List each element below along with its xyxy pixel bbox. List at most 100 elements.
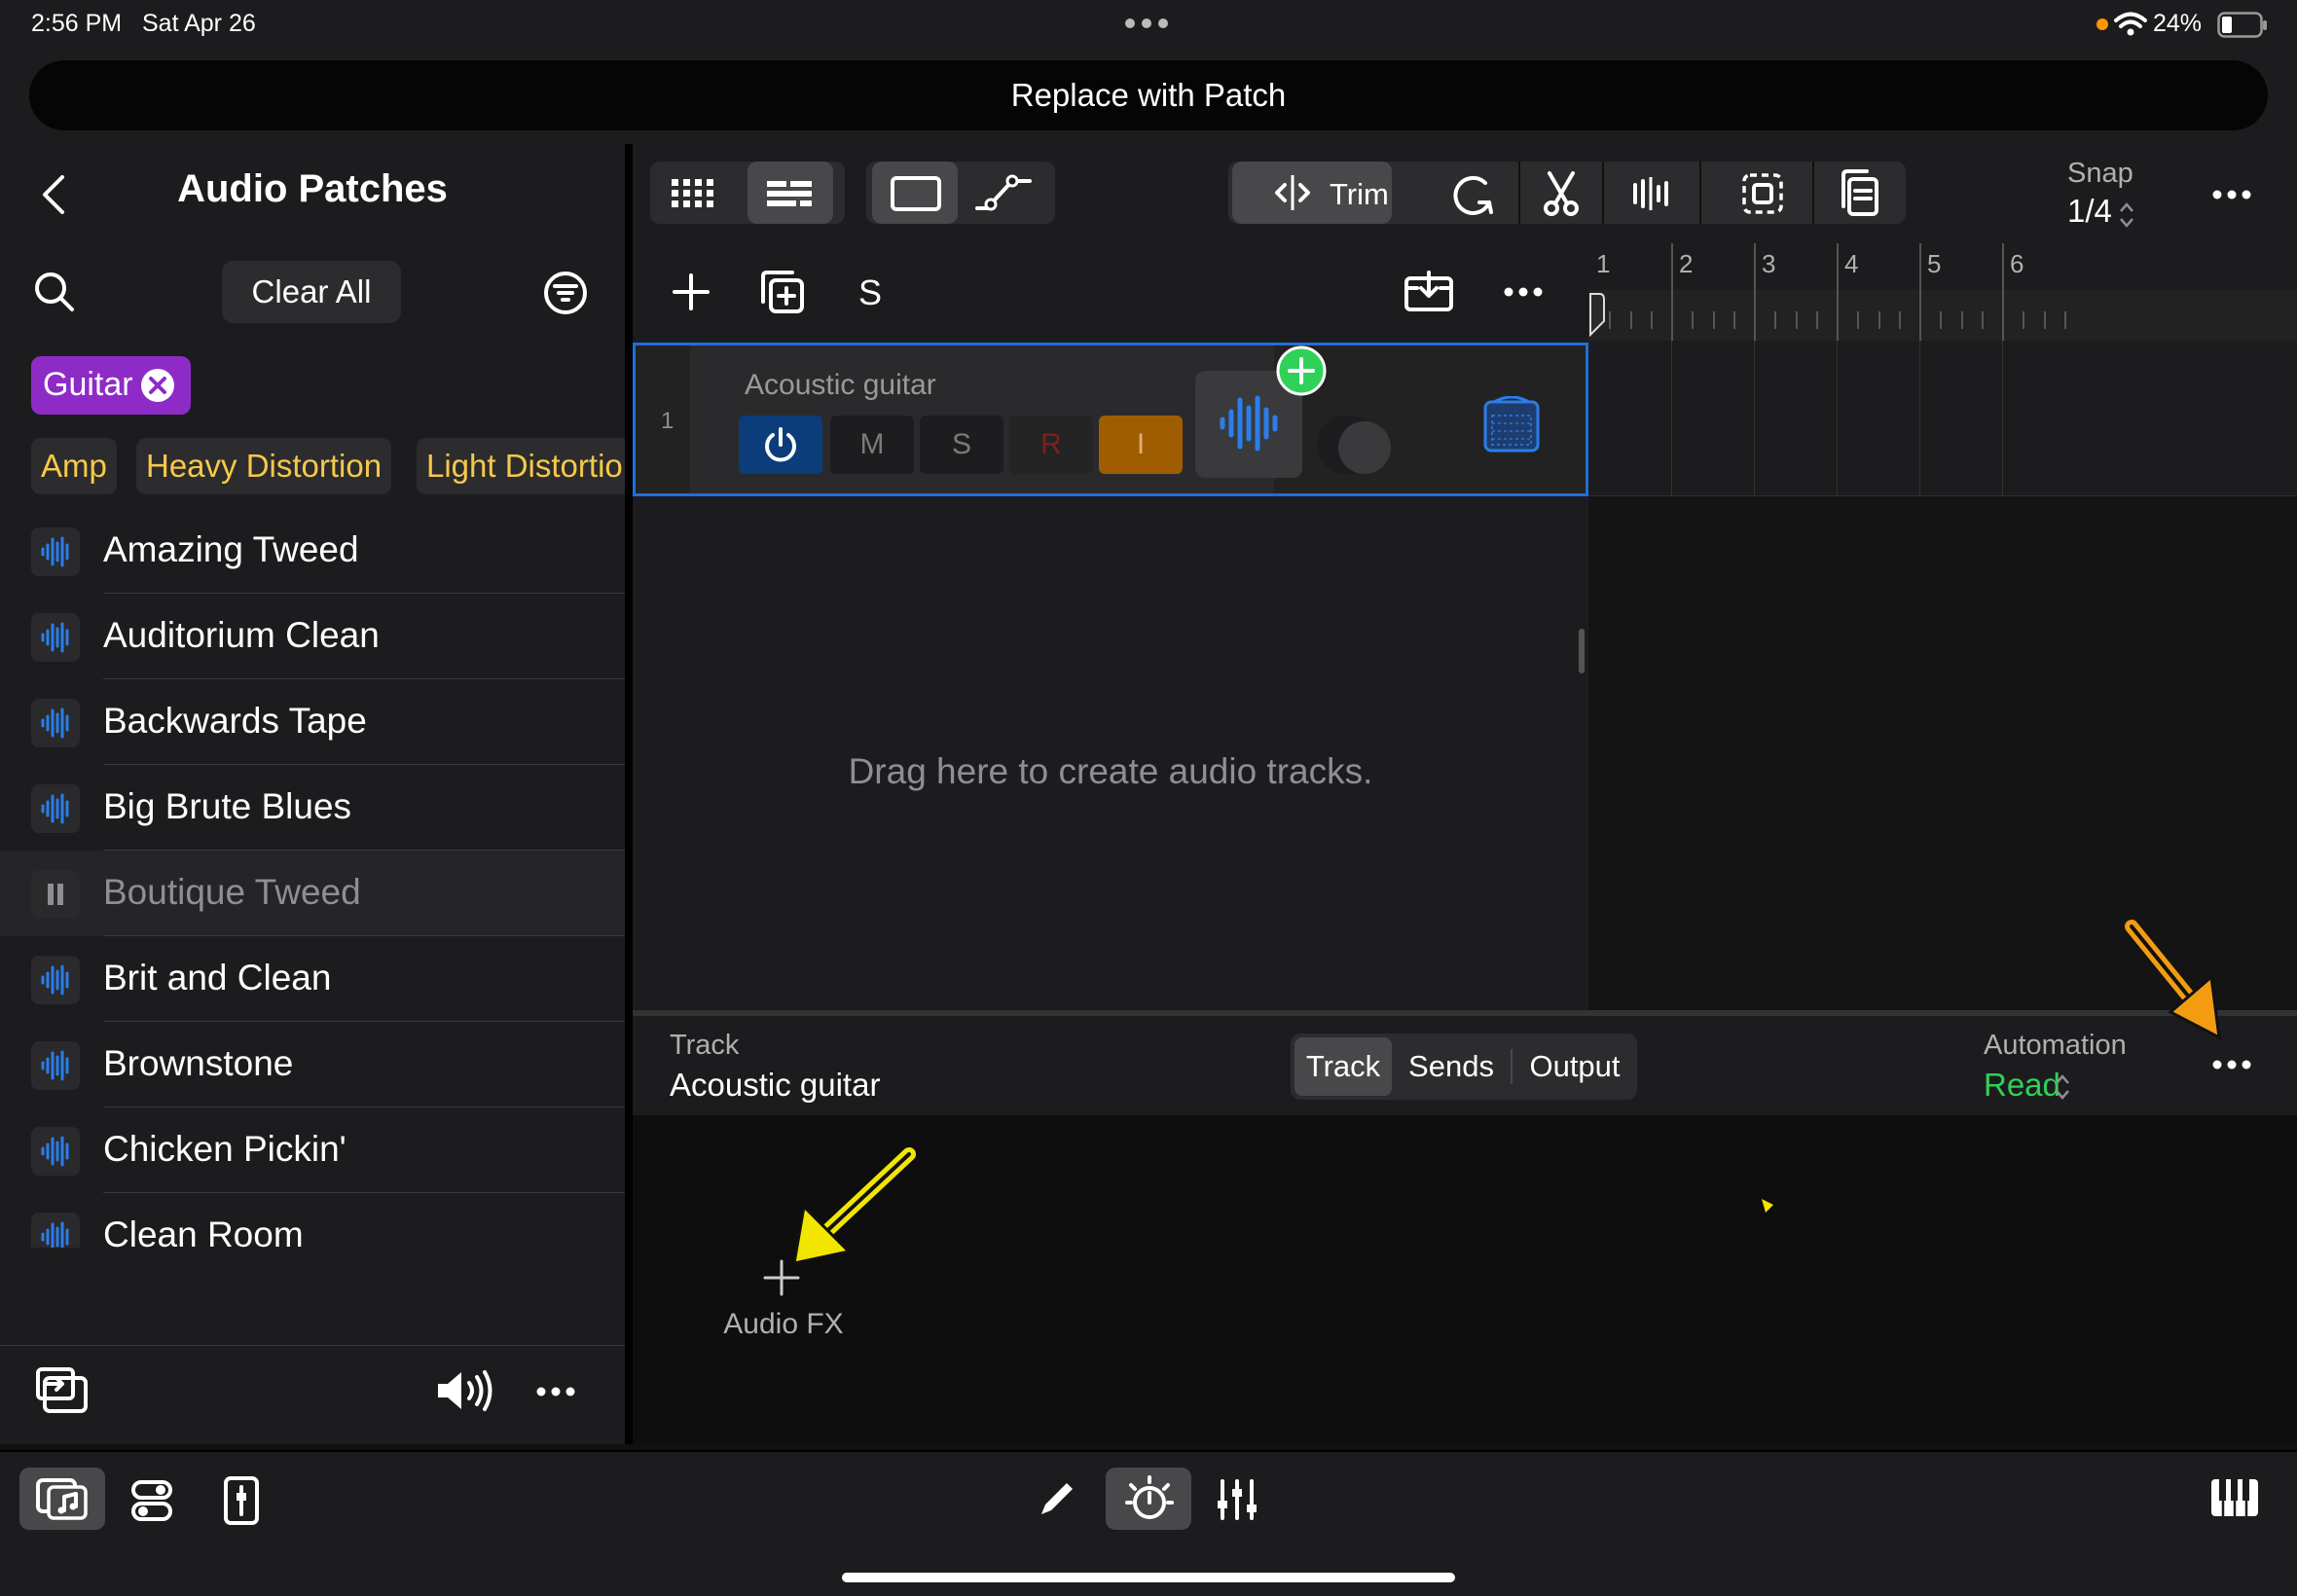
replace-patch-icon[interactable] — [35, 1366, 90, 1415]
ruler-bar-line — [2002, 243, 2004, 341]
search-icon[interactable] — [33, 271, 76, 313]
split-icon[interactable] — [1629, 173, 1672, 214]
patch-name: Boutique Tweed — [103, 872, 361, 912]
patch-name: Backwards Tape — [103, 701, 367, 741]
tab-sends[interactable]: Sends — [1394, 1037, 1509, 1096]
battery-percent: 24% — [2153, 10, 2203, 37]
waveform-icon[interactable] — [31, 699, 80, 747]
track-header-more-icon[interactable] — [1503, 286, 1544, 298]
waveform-icon[interactable] — [31, 956, 80, 1004]
tab-output[interactable]: Output — [1514, 1037, 1635, 1096]
patch-name: Amazing Tweed — [103, 529, 359, 569]
add-track-icon[interactable] — [672, 272, 711, 311]
ruler-bar-line — [1919, 243, 1921, 341]
patch-row[interactable]: Big Brute Blues — [0, 765, 625, 851]
snap-chevron-icon[interactable] — [2118, 200, 2135, 230]
global-solo-button[interactable]: S — [858, 272, 882, 313]
replace-with-patch-banner[interactable]: Replace with Patch — [29, 60, 2268, 130]
inspector-toggle-icon[interactable] — [222, 1475, 261, 1526]
toolbar-more-icon[interactable] — [2211, 189, 2252, 200]
waveform-icon[interactable] — [31, 527, 80, 576]
ruler-bar-number: 4 — [1844, 249, 1859, 278]
tab-track[interactable]: Track — [1294, 1037, 1392, 1096]
playhead-icon[interactable] — [1588, 292, 1608, 337]
scissors-icon[interactable] — [1542, 171, 1581, 218]
drop-hint: Drag here to create audio tracks. — [848, 751, 1373, 791]
patch-row[interactable]: Boutique Tweed — [0, 851, 625, 936]
automation-label: Automation — [1984, 1030, 2127, 1061]
grid-view-icon[interactable] — [670, 177, 716, 210]
ruler-beat-tick — [1815, 311, 1818, 329]
preview-volume-icon[interactable] — [434, 1366, 494, 1415]
browser-toggle-button[interactable] — [19, 1468, 105, 1530]
tracks-toolbar: Trim Snap 1/4 — [633, 144, 2297, 243]
grid-line — [1919, 341, 1920, 496]
remove-filter-icon[interactable] — [140, 368, 175, 403]
timeline-ruler[interactable]: 1 2 3 4 5 6 — [1588, 243, 2297, 341]
clear-all-button[interactable]: Clear All — [222, 261, 401, 323]
home-indicator[interactable] — [842, 1573, 1455, 1582]
timeline-area[interactable] — [1588, 341, 2297, 1010]
track-mute-button[interactable]: M — [830, 416, 914, 474]
loop-icon[interactable] — [1450, 173, 1497, 216]
track-record-button[interactable]: R — [1009, 416, 1093, 474]
mixer-icon[interactable] — [1215, 1477, 1259, 1522]
tab-separator — [1511, 1049, 1513, 1084]
volume-knob-icon[interactable] — [1336, 419, 1393, 476]
chip-light-distortion[interactable]: Light Distortion — [417, 438, 625, 494]
select-region-icon[interactable] — [1740, 171, 1785, 216]
patch-row[interactable]: Brit and Clean — [0, 936, 625, 1022]
waveform-icon[interactable] — [31, 1041, 80, 1090]
waveform-icon[interactable] — [31, 613, 80, 662]
track-list: 1 Acoustic guitar M S R I Drag here to c… — [633, 341, 1588, 1010]
patch-row[interactable]: Brownstone — [0, 1022, 625, 1107]
track-lane[interactable] — [1588, 341, 2297, 496]
smart-controls-icon[interactable] — [130, 1479, 173, 1522]
patch-row[interactable]: Chicken Pickin' — [0, 1107, 625, 1193]
orange-annotation-arrow-icon — [2125, 920, 2221, 1040]
snap-value[interactable]: 1/4 — [2067, 193, 2112, 230]
patch-name: Chicken Pickin' — [103, 1129, 346, 1169]
chip-heavy-distortion[interactable]: Heavy Distortion — [136, 438, 392, 494]
track-list-scrollbar[interactable] — [1579, 629, 1585, 673]
waveform-icon[interactable] — [31, 1213, 80, 1248]
track-solo-button[interactable]: S — [920, 416, 1003, 474]
automation-mode[interactable]: Read — [1984, 1067, 2060, 1104]
track-number: 1 — [661, 408, 675, 434]
multitasking-dots-icon[interactable] — [1124, 18, 1169, 29]
pause-icon[interactable] — [31, 870, 80, 919]
track-row-acoustic-guitar[interactable]: 1 Acoustic guitar M S R I — [633, 343, 1588, 496]
chip-amp[interactable]: Amp — [31, 438, 117, 494]
footer-divider — [0, 1345, 625, 1346]
browser-more-icon[interactable] — [535, 1386, 576, 1397]
patch-name: Clean Room — [103, 1215, 304, 1248]
pencil-icon[interactable] — [1036, 1477, 1078, 1520]
grid-line — [2002, 341, 2003, 496]
import-icon[interactable] — [1404, 271, 1454, 313]
inspector-more-icon[interactable] — [2211, 1059, 2252, 1070]
ruler-lane — [1588, 290, 2297, 341]
duplicate-track-icon[interactable] — [759, 269, 806, 315]
inspector-tab-group: Track Sends Output — [1291, 1034, 1637, 1100]
panel-divider[interactable] — [625, 144, 633, 1444]
automation-chevron-icon[interactable] — [2054, 1072, 2071, 1102]
copy-icon[interactable] — [1836, 167, 1880, 218]
patch-row[interactable]: Auditorium Clean — [0, 594, 625, 679]
patch-row[interactable]: Clean Room — [0, 1193, 625, 1248]
automation-curve-icon[interactable] — [973, 171, 1034, 214]
audio-fx-label: Audio FX — [723, 1308, 844, 1340]
keyboard-icon[interactable] — [2209, 1477, 2260, 1518]
filter-icon[interactable] — [543, 271, 588, 315]
grid-line — [1837, 341, 1838, 496]
track-input-monitor-button[interactable]: I — [1099, 416, 1183, 474]
tool-separator — [1602, 162, 1604, 224]
patch-row[interactable]: Backwards Tape — [0, 679, 625, 765]
patch-row[interactable]: Amazing Tweed — [0, 508, 625, 594]
waveform-icon[interactable] — [31, 784, 80, 833]
waveform-icon[interactable] — [31, 1127, 80, 1176]
ruler-beat-tick — [1960, 311, 1963, 329]
ruler-bar-number: 6 — [2010, 249, 2024, 278]
active-filter-guitar[interactable]: Guitar — [31, 356, 191, 415]
master-controls-button[interactable] — [1106, 1468, 1191, 1530]
track-power-button[interactable] — [739, 416, 822, 474]
